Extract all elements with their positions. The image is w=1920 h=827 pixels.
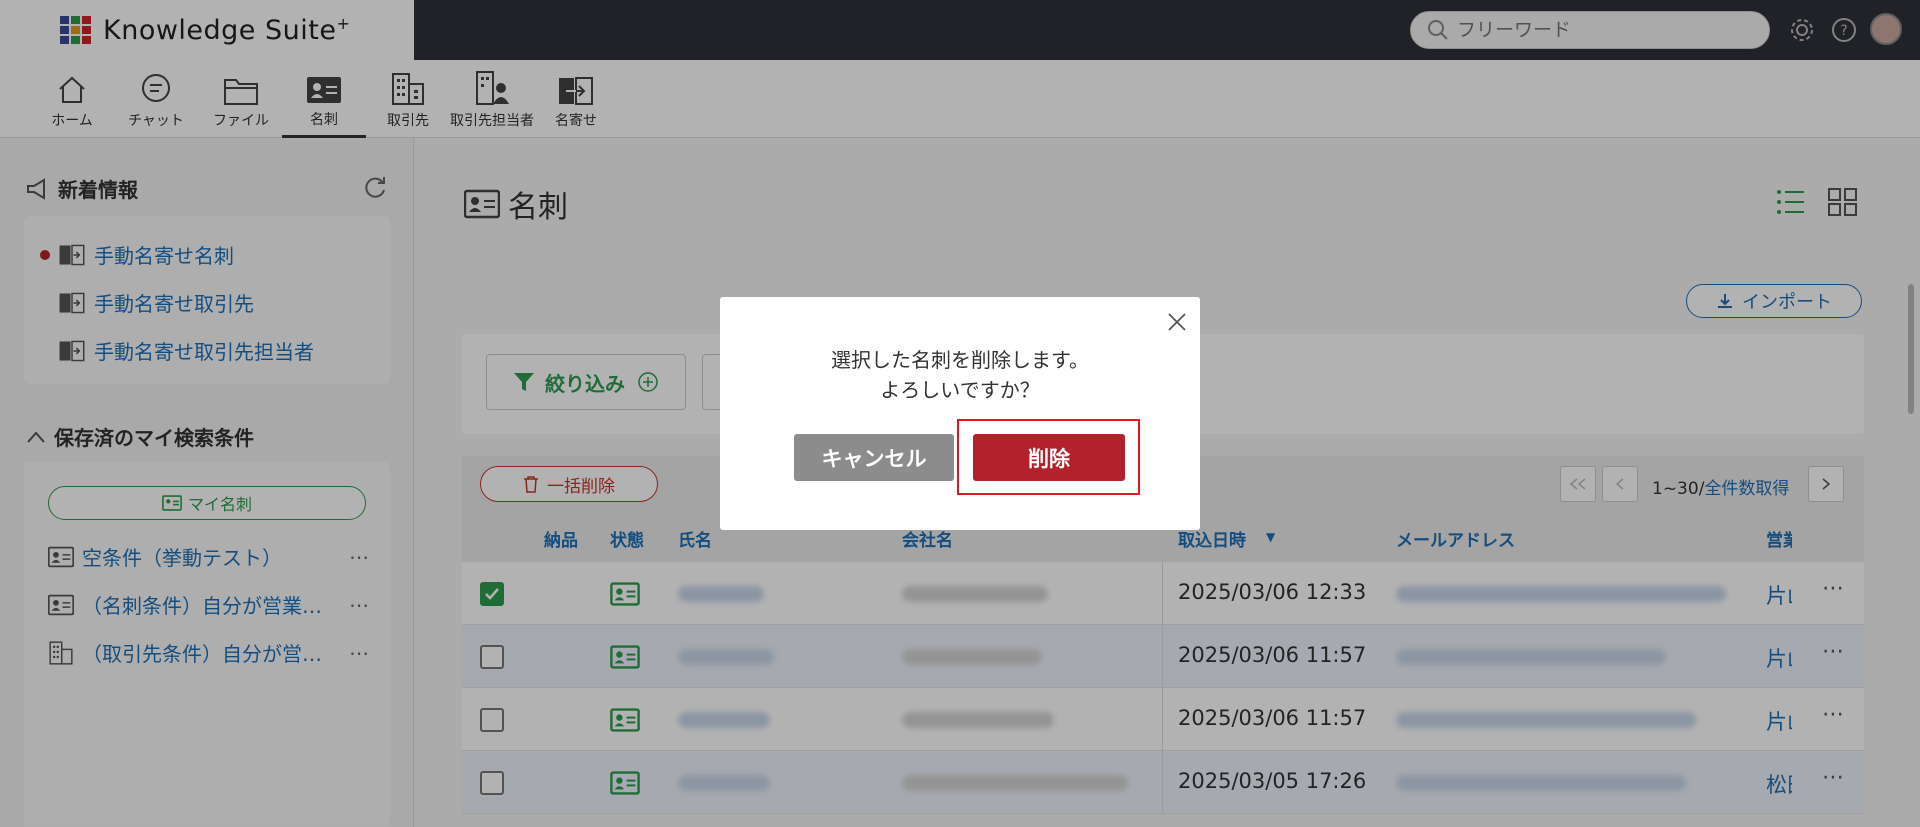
close-icon[interactable]	[1164, 309, 1190, 335]
delete-button[interactable]: 削除	[973, 434, 1125, 481]
dialog-message: 選択した名刺を削除します。 よろしいですか？	[720, 345, 1200, 405]
cancel-button[interactable]: キャンセル	[794, 434, 954, 481]
dialog-message-line1: 選択した名刺を削除します。	[831, 348, 1089, 372]
delete-confirm-dialog: 選択した名刺を削除します。 よろしいですか？ キャンセル 削除	[720, 297, 1200, 530]
dialog-message-line2: よろしいですか？	[880, 378, 1040, 402]
